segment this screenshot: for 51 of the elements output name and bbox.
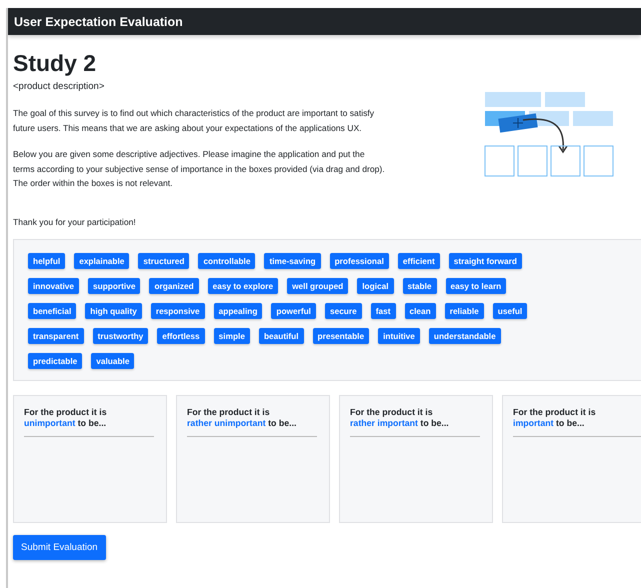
term-chip[interactable]: predictable <box>28 352 82 368</box>
term-chip[interactable]: simple <box>214 328 250 344</box>
term-chip[interactable]: time-saving <box>264 252 321 268</box>
term-chip[interactable]: easy to learn <box>446 278 506 294</box>
term-chip[interactable]: innovative <box>28 278 80 294</box>
term-chip[interactable]: organized <box>149 278 199 294</box>
term-chip[interactable]: presentable <box>312 328 370 344</box>
term-chip[interactable]: clean <box>404 302 436 318</box>
term-chip[interactable]: supportive <box>88 278 140 294</box>
submit-button[interactable]: Submit Evaluation <box>13 534 106 560</box>
term-chip[interactable]: trustworthy <box>92 328 148 344</box>
term-chip[interactable]: understandable <box>428 328 501 344</box>
product-description: <product description> <box>13 81 106 92</box>
term-chip[interactable]: beneficial <box>28 302 76 318</box>
term-chip[interactable]: well grouped <box>287 278 348 294</box>
term-chip[interactable]: easy to explore <box>208 278 278 294</box>
box-heading: For the product it is unimportant to be... <box>24 406 108 428</box>
term-chip[interactable]: stable <box>402 278 437 294</box>
box-heading: For the product it is rather important to be... <box>350 406 450 428</box>
term-chip[interactable]: valuable <box>91 352 134 368</box>
term-chip[interactable]: beautiful <box>258 328 304 344</box>
box-heading: For the product it is rather unimportant to be... <box>187 406 298 428</box>
instruction-paragraph: Below you are given some descriptive adjectives. Please imagine the application and put the terms according to your subjective sense of importance in the boxes provided (via drag and drop). The order within the boxes is not relevant. <box>13 148 385 190</box>
term-chip[interactable]: effortless <box>157 328 205 344</box>
study-title: Study 2 <box>13 50 98 77</box>
term-chip[interactable]: helpful <box>28 252 66 268</box>
term-chip[interactable]: useful <box>492 302 528 318</box>
drop-box[interactable]: For the product it is rather unimportant to be... <box>176 394 330 522</box>
term-chip[interactable]: controllable <box>198 252 256 268</box>
thanks-text: Thank you for your participation! <box>13 216 137 226</box>
term-chip[interactable]: transparent <box>28 328 84 344</box>
app-title: User Expectation Evaluation <box>14 14 183 28</box>
term-chip[interactable]: appealing <box>214 302 262 318</box>
drop-box[interactable]: For the product it is unimportant to be... <box>13 394 167 522</box>
term-chip[interactable]: reliable <box>444 302 484 318</box>
term-chip[interactable]: fast <box>370 302 396 318</box>
term-chip[interactable]: high quality <box>85 302 142 318</box>
term-chip[interactable]: efficient <box>398 252 440 268</box>
box-heading: For the product it is important to be... <box>513 406 597 428</box>
drop-box[interactable]: For the product it is rather important to be... <box>339 394 493 522</box>
term-chip[interactable]: explainable <box>74 252 130 268</box>
term-chip[interactable]: logical <box>357 278 394 294</box>
term-chip[interactable]: secure <box>324 302 362 318</box>
term-chip[interactable]: responsive <box>150 302 205 318</box>
term-chip[interactable]: structured <box>138 252 190 268</box>
term-chip[interactable]: intuitive <box>378 328 420 344</box>
term-chip[interactable]: professional <box>330 252 389 268</box>
instruction-paragraph: The goal of this survey is to find out which characteristics of the product are important to satisfy future users. This means that we are asking about your expectations of the applications UX. <box>13 107 376 135</box>
drop-box[interactable]: For the product it is important to be... <box>502 394 641 522</box>
term-chip[interactable]: straight forward <box>448 252 522 268</box>
term-chip[interactable]: powerful <box>271 302 316 318</box>
